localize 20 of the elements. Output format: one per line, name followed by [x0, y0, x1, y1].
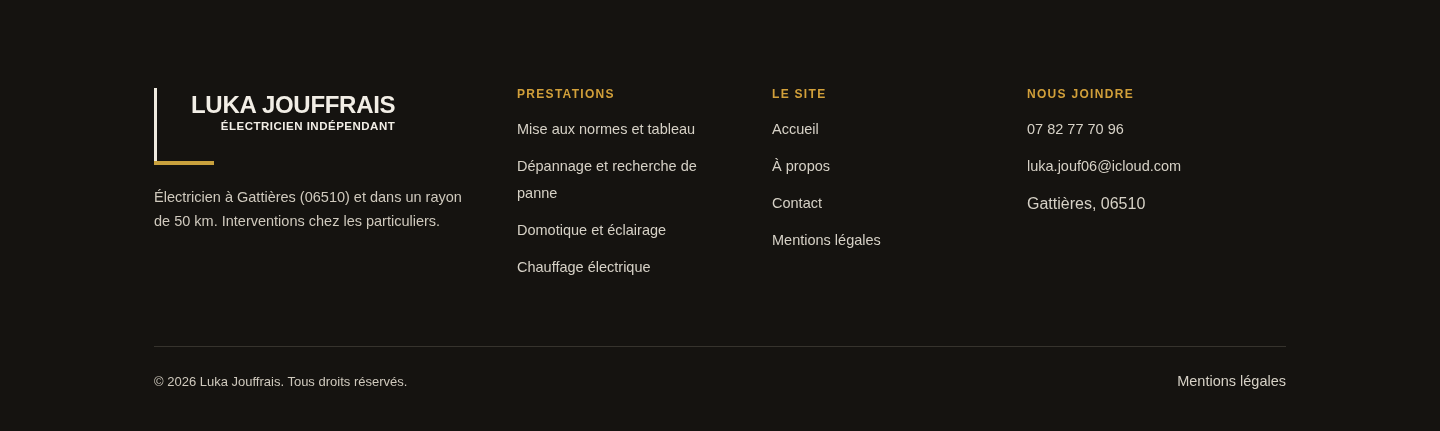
- address-text: Gattières, 06510: [1027, 194, 1146, 214]
- legal-link[interactable]: Mentions légales: [1177, 373, 1286, 389]
- footer-link[interactable]: 07 82 77 70 96: [1027, 116, 1227, 143]
- footer-link[interactable]: Domotique et éclairage: [517, 217, 717, 244]
- brand-tagline: ÉLECTRICIEN INDÉPENDANT: [220, 119, 396, 133]
- footer-link[interactable]: Mise aux normes et tableau: [517, 116, 717, 143]
- brand-description: Électricien à Gattières (06510) et dans un rayon de 50 km. Interventions chez les particuliers.: [154, 188, 463, 231]
- column-heading: PRESTATIONS: [517, 87, 615, 101]
- footer-link[interactable]: À propos: [772, 153, 972, 180]
- footer-link[interactable]: Contact: [772, 190, 972, 217]
- footer-link[interactable]: Chauffage électrique: [517, 254, 717, 281]
- logo-underline: [154, 161, 214, 165]
- copyright-text: © 2026 Luka Jouffrais. Tous droits réservés.: [154, 373, 408, 389]
- footer-link[interactable]: Dépannage et recherche de panne: [517, 153, 717, 207]
- column-heading: LE SITE: [772, 87, 827, 101]
- footer-link[interactable]: Mentions légales: [772, 227, 972, 254]
- column-heading: NOUS JOINDRE: [1027, 87, 1134, 101]
- footer-link[interactable]: Accueil: [772, 116, 972, 143]
- brand-name: LUKA JOUFFRAIS: [191, 91, 396, 119]
- footer-link[interactable]: luka.jouf06@icloud.com: [1027, 153, 1227, 180]
